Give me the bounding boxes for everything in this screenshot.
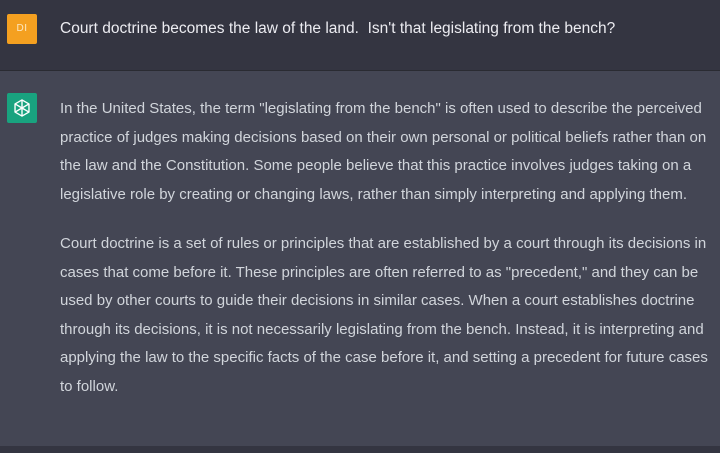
user-message-row: DI Court doctrine becomes the law of the…	[0, 0, 720, 71]
assistant-avatar	[7, 93, 37, 123]
user-message-text: Court doctrine becomes the law of the la…	[60, 20, 616, 37]
assistant-paragraph: Court doctrine is a set of rules or prin…	[60, 235, 708, 395]
assistant-message-row: In the United States, the term "legislat…	[0, 71, 720, 446]
assistant-paragraph: In the United States, the term "legislat…	[60, 100, 707, 203]
next-row-edge	[0, 446, 720, 453]
assistant-message-text: In the United States, the term "legislat…	[60, 95, 710, 401]
openai-logo-icon	[14, 99, 30, 117]
user-avatar: DI	[7, 14, 37, 44]
